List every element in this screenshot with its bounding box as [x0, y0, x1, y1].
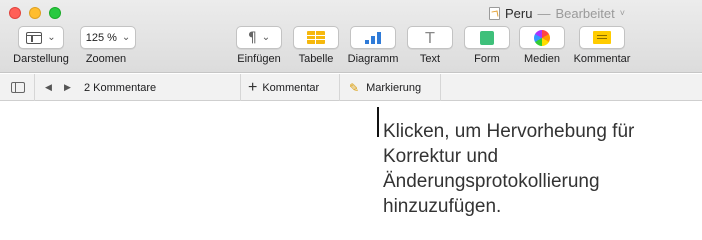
- table-button[interactable]: [293, 26, 339, 49]
- chevron-down-icon: ⌄: [121, 31, 131, 43]
- comment-count: 2 Kommentare: [84, 81, 157, 94]
- insert-button[interactable]: ¶ ⌄: [236, 26, 282, 49]
- divider: [440, 74, 441, 101]
- highlight-label: Markierung: [366, 81, 422, 94]
- title-chevron-icon[interactable]: ˅: [620, 8, 625, 18]
- comment-label: Kommentar: [573, 53, 631, 65]
- media-icon: [534, 29, 550, 46]
- comment-button[interactable]: [579, 26, 625, 49]
- add-comment-label: Kommentar: [262, 81, 320, 94]
- sidebar-icon: [11, 82, 25, 93]
- table-icon: [307, 31, 325, 44]
- toggle-comments-sidebar-button[interactable]: [11, 74, 25, 101]
- view-label: Darstellung: [13, 53, 69, 65]
- add-comment-button[interactable]: + Kommentar: [248, 74, 319, 101]
- zoom-value: 125 %: [85, 31, 117, 44]
- table-label: Tabelle: [298, 53, 334, 65]
- highlight-button[interactable]: ✎ Markierung: [349, 74, 421, 101]
- document-name: Peru: [505, 5, 533, 21]
- arrow-left-icon: ◀: [45, 82, 52, 92]
- zoom-select[interactable]: 125 % ⌄: [80, 26, 136, 49]
- chart-label: Diagramm: [347, 53, 399, 65]
- chevron-down-icon: ⌄: [47, 31, 56, 43]
- media-button[interactable]: [519, 26, 565, 49]
- shape-icon: [480, 30, 494, 45]
- shape-label: Form: [474, 53, 500, 65]
- plus-icon: +: [248, 78, 258, 96]
- title-separator: —: [537, 5, 551, 21]
- shape-button[interactable]: [464, 26, 510, 49]
- callout-leader-line: [377, 107, 379, 137]
- divider: [240, 74, 241, 101]
- chevron-down-icon: ⌄: [261, 31, 271, 43]
- close-window-button[interactable]: [9, 7, 21, 19]
- minimize-window-button[interactable]: [29, 7, 41, 19]
- divider: [339, 74, 340, 101]
- text-label: Text: [419, 53, 441, 65]
- document-state: Bearbeitet: [555, 5, 615, 21]
- window-toolbar: Peru — Bearbeitet ˅ ⌄ Darstellung 125 % …: [0, 0, 702, 73]
- zoom-window-button[interactable]: [49, 7, 61, 19]
- callout-text: Klicken, um Hervorhebung für Korrektur u…: [383, 121, 635, 217]
- document-icon: [489, 6, 500, 20]
- next-comment-button[interactable]: ▶: [64, 74, 71, 101]
- view-icon: [26, 31, 43, 44]
- view-button[interactable]: ⌄: [18, 26, 64, 49]
- window-title[interactable]: Peru — Bearbeitet ˅: [489, 4, 625, 22]
- text-button[interactable]: T: [407, 26, 453, 49]
- text-icon: T: [425, 28, 435, 47]
- chart-icon: [365, 31, 381, 44]
- chart-button[interactable]: [350, 26, 396, 49]
- zoom-label: Zoomen: [85, 53, 127, 65]
- divider: [34, 74, 35, 101]
- previous-comment-button[interactable]: ◀: [45, 74, 52, 101]
- media-label: Medien: [523, 53, 561, 65]
- comment-icon: [593, 31, 611, 44]
- arrow-right-icon: ▶: [64, 82, 71, 92]
- highlighter-icon: ✎: [349, 80, 360, 95]
- insert-label: Einfügen: [237, 53, 281, 65]
- paragraph-icon: ¶: [247, 29, 257, 46]
- comments-bar: ◀ ▶ 2 Kommentare + Kommentar ✎ Markierun…: [0, 74, 702, 101]
